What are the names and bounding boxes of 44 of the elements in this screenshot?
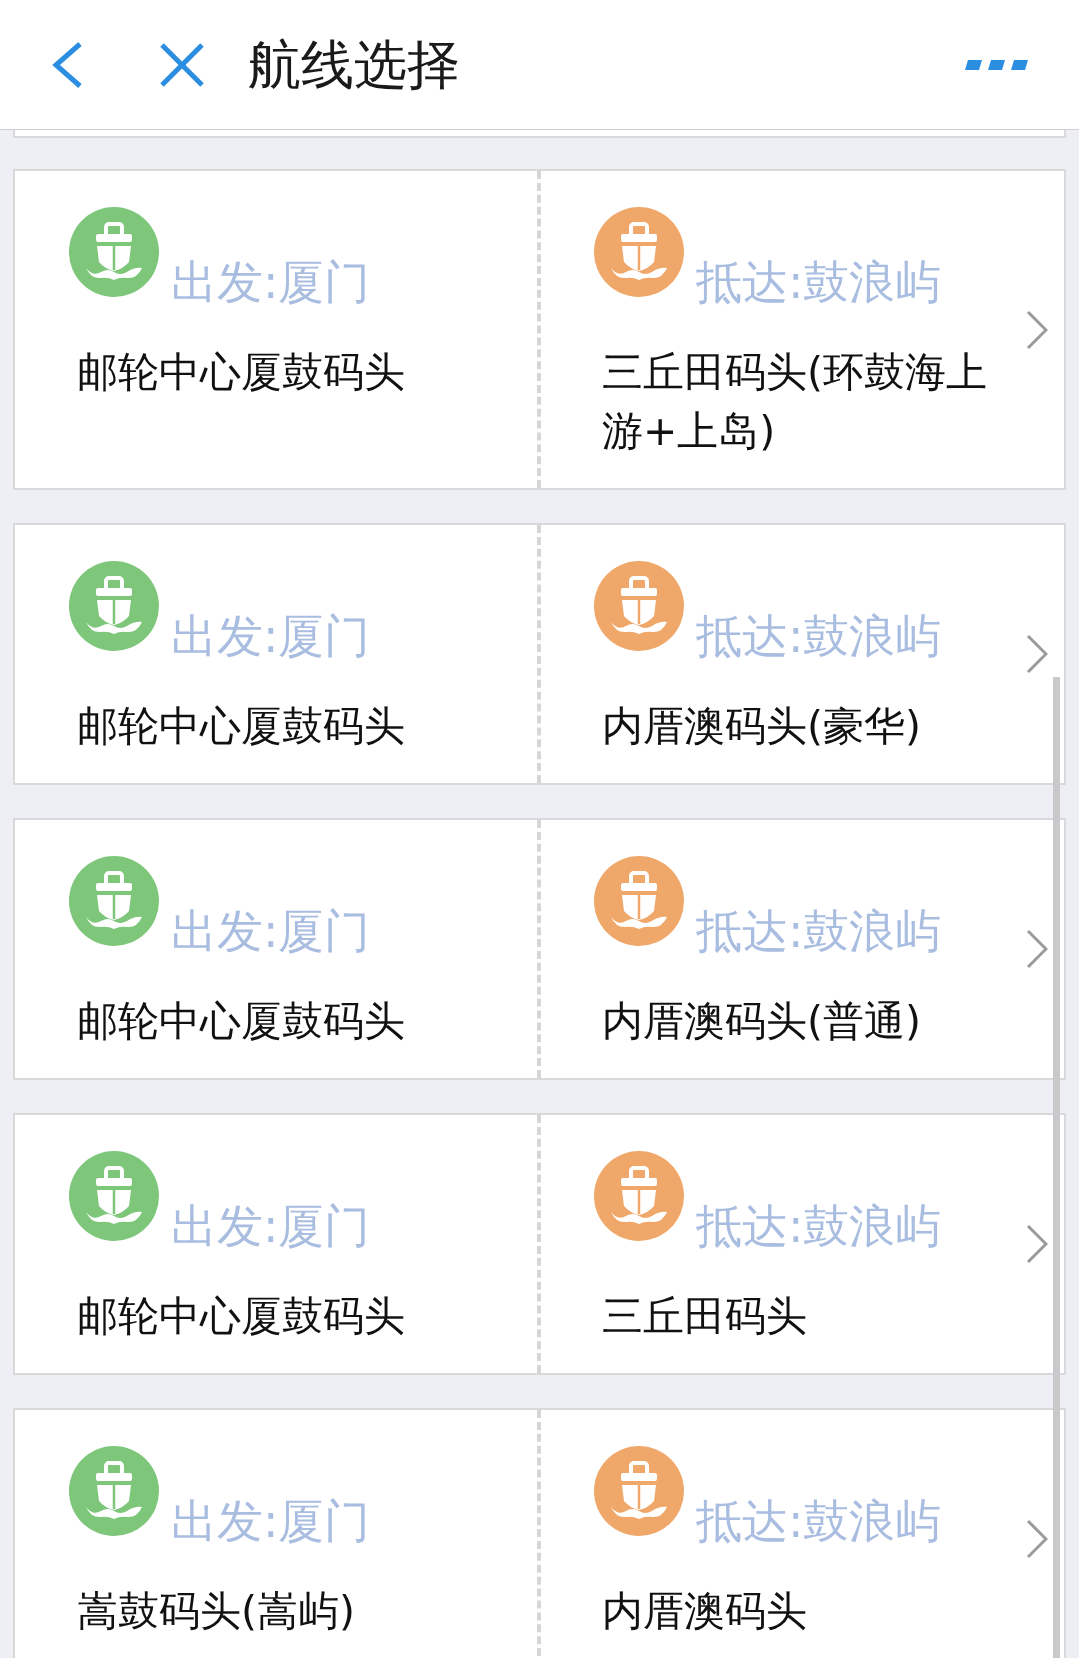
ship-icon — [69, 207, 159, 297]
page-title: 航线选择 — [248, 32, 460, 97]
pier-name: 三丘田码头(环鼓海上游+上岛) — [602, 347, 988, 457]
ship-icon — [69, 561, 159, 651]
ship-icon — [69, 1446, 159, 1536]
route-card[interactable]: 出发:厦门 邮轮中心厦鼓码头 抵达:鼓浪屿 内厝澳码头(普通) — [13, 818, 1066, 1080]
pier-name: 三丘田码头 — [602, 1291, 808, 1342]
route-card[interactable]: 出发:厦门 嵩鼓码头(嵩屿) 抵达:鼓浪屿 内厝澳码头 — [13, 1408, 1066, 1658]
ship-icon — [594, 561, 684, 651]
departure-label: 出发:厦门 — [171, 1199, 371, 1254]
pier-name: 内厝澳码头(普通) — [602, 996, 922, 1047]
pier-name: 邮轮中心厦鼓码头 — [77, 1291, 406, 1342]
ship-icon — [594, 1151, 684, 1241]
route-card[interactable]: 出发:厦门 邮轮中心厦鼓码头 抵达:鼓浪屿 三丘田码头 — [13, 1113, 1066, 1375]
ship-icon — [594, 207, 684, 297]
pier-name: 邮轮中心厦鼓码头 — [77, 996, 406, 1047]
pier-name: 邮轮中心厦鼓码头 — [77, 701, 406, 752]
route-card[interactable]: 出发:厦门 邮轮中心厦鼓码头 抵达:鼓浪屿 内厝澳码头(豪华) — [13, 523, 1066, 785]
arrival-label: 抵达:鼓浪屿 — [696, 904, 942, 959]
arrival-label: 抵达:鼓浪屿 — [696, 1199, 942, 1254]
departure-label: 出发:厦门 — [171, 609, 371, 664]
departure-label: 出发:厦门 — [171, 255, 371, 310]
more-icon[interactable] — [965, 58, 1029, 71]
chevron-right-icon — [1026, 1519, 1048, 1559]
back-icon[interactable] — [50, 40, 84, 89]
ship-icon — [594, 1446, 684, 1536]
close-icon[interactable] — [159, 41, 205, 88]
chevron-right-icon — [1026, 929, 1048, 969]
chevron-right-icon — [1026, 634, 1048, 674]
pier-name: 嵩鼓码头(嵩屿) — [77, 1586, 356, 1637]
chevron-right-icon — [1026, 309, 1048, 350]
arrival-label: 抵达:鼓浪屿 — [696, 255, 942, 310]
arrival-label: 抵达:鼓浪屿 — [696, 609, 942, 664]
route-card[interactable]: 出发:厦门 邮轮中心厦鼓码头 抵达:鼓浪屿 三丘田码头(环鼓海上游+上岛) — [13, 169, 1066, 490]
departure-label: 出发:厦门 — [171, 1494, 371, 1549]
ship-icon — [69, 856, 159, 946]
ship-icon — [594, 856, 684, 946]
arrival-label: 抵达:鼓浪屿 — [696, 1494, 942, 1549]
pier-name: 内厝澳码头 — [602, 1586, 808, 1637]
departure-label: 出发:厦门 — [171, 904, 371, 959]
pier-name: 内厝澳码头(豪华) — [602, 701, 922, 752]
chevron-right-icon — [1026, 1224, 1048, 1264]
ship-icon — [69, 1151, 159, 1241]
pier-name: 邮轮中心厦鼓码头 — [77, 347, 406, 398]
